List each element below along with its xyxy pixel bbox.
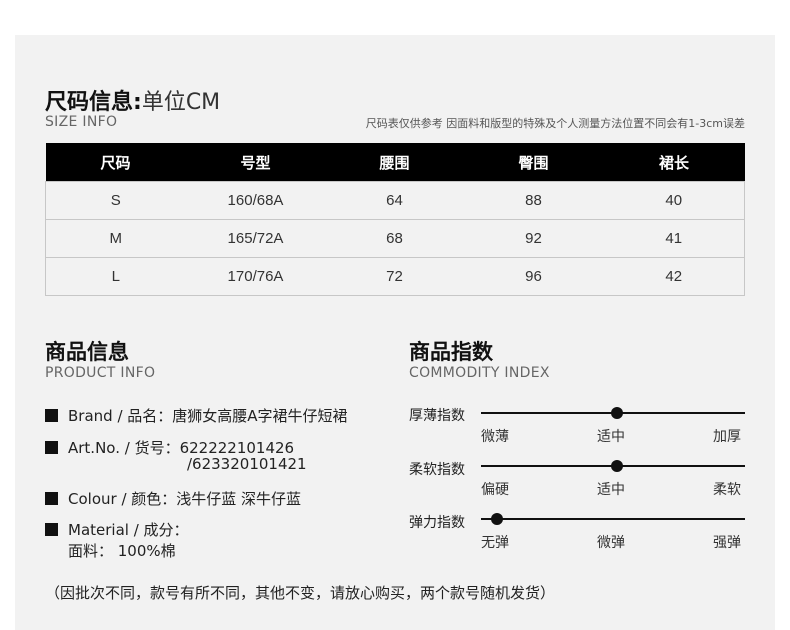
size-disclaimer-note: 尺码表仅供参考 因面料和版型的特殊及个人测量方法位置不同会有1-3cm误差 xyxy=(365,117,745,130)
cell-model: 170/76A xyxy=(185,257,326,296)
cell-skirt-length: 40 xyxy=(603,181,745,220)
softness-level-low: 偏硬 xyxy=(481,482,509,498)
cell-model: 165/72A xyxy=(185,219,326,258)
thickness-level-mid: 适中 xyxy=(597,429,625,445)
elasticity-level-high: 强弹 xyxy=(713,535,741,551)
commodity-index-title: 商品指数 xyxy=(409,340,493,364)
size-info-title-text: 尺码信息: xyxy=(45,90,142,115)
cell-model: 160/68A xyxy=(185,181,326,220)
elasticity-index-label: 弹力指数 xyxy=(409,515,465,531)
bullet-square-icon xyxy=(45,523,58,536)
art-no-second: /623320101421 xyxy=(187,455,307,473)
cell-hip: 88 xyxy=(463,181,604,220)
cell-size: S xyxy=(45,181,186,220)
cell-hip: 92 xyxy=(463,219,604,258)
batch-footnote: （因批次不同，款号有所不同，其他不变，请放心购买，两个款号随机发货） xyxy=(45,584,556,602)
material-fabric: 面料： 100%棉 xyxy=(68,542,176,560)
size-info-subtitle: SIZE INFO xyxy=(45,114,118,130)
header-waist: 腰围 xyxy=(325,143,464,182)
elasticity-level-mid: 微弹 xyxy=(597,535,625,551)
elasticity-level-low: 无弹 xyxy=(481,535,509,551)
thickness-index-label: 厚薄指数 xyxy=(409,408,465,424)
softness-level-mid: 适中 xyxy=(597,482,625,498)
material-text: Material / 成分： xyxy=(68,521,189,539)
table-row: S 160/68A 64 88 40 xyxy=(45,181,745,220)
material-row: Material / 成分： xyxy=(45,519,189,540)
product-info-title: 商品信息 xyxy=(45,340,129,364)
size-info-title: 尺码信息:单位CM xyxy=(45,84,220,116)
colour-text: Colour / 颜色：浅牛仔蓝 深牛仔蓝 xyxy=(68,490,302,508)
brand-row: Brand / 品名：唐狮女高腰A字裙牛仔短裙 xyxy=(45,405,348,426)
size-unit: 单位CM xyxy=(141,90,221,115)
cell-skirt-length: 42 xyxy=(603,257,745,296)
thickness-level-high: 加厚 xyxy=(713,429,741,445)
softness-index-marker xyxy=(611,460,623,472)
bullet-square-icon xyxy=(45,441,58,454)
elasticity-index-marker xyxy=(491,513,503,525)
table-row: L 170/76A 72 96 42 xyxy=(45,257,745,296)
cell-size: L xyxy=(45,257,186,296)
product-info-subtitle: PRODUCT INFO xyxy=(45,365,156,381)
size-table: 尺码 号型 腰围 臀围 裙长 S 160/68A 64 88 40 M 165/… xyxy=(45,143,745,296)
bullet-square-icon xyxy=(45,492,58,505)
header-size: 尺码 xyxy=(45,143,186,182)
cell-size: M xyxy=(45,219,186,258)
table-row: M 165/72A 68 92 41 xyxy=(45,219,745,258)
thickness-index-marker xyxy=(611,407,623,419)
elasticity-index-track xyxy=(481,518,745,520)
softness-index-label: 柔软指数 xyxy=(409,462,465,478)
commodity-index-subtitle: COMMODITY INDEX xyxy=(409,365,550,381)
thickness-level-low: 微薄 xyxy=(481,429,509,445)
colour-row: Colour / 颜色：浅牛仔蓝 深牛仔蓝 xyxy=(45,488,301,509)
cell-waist: 68 xyxy=(325,219,464,258)
cell-hip: 96 xyxy=(463,257,604,296)
brand-text: Brand / 品名：唐狮女高腰A字裙牛仔短裙 xyxy=(68,407,348,425)
header-model: 号型 xyxy=(185,143,326,182)
cell-waist: 64 xyxy=(325,181,464,220)
header-skirt-length: 裙长 xyxy=(603,143,745,182)
softness-level-high: 柔软 xyxy=(713,482,741,498)
size-table-header-row: 尺码 号型 腰围 臀围 裙长 xyxy=(45,143,745,182)
bullet-square-icon xyxy=(45,409,58,422)
cell-waist: 72 xyxy=(325,257,464,296)
header-hip: 臀围 xyxy=(463,143,604,182)
cell-skirt-length: 41 xyxy=(603,219,745,258)
